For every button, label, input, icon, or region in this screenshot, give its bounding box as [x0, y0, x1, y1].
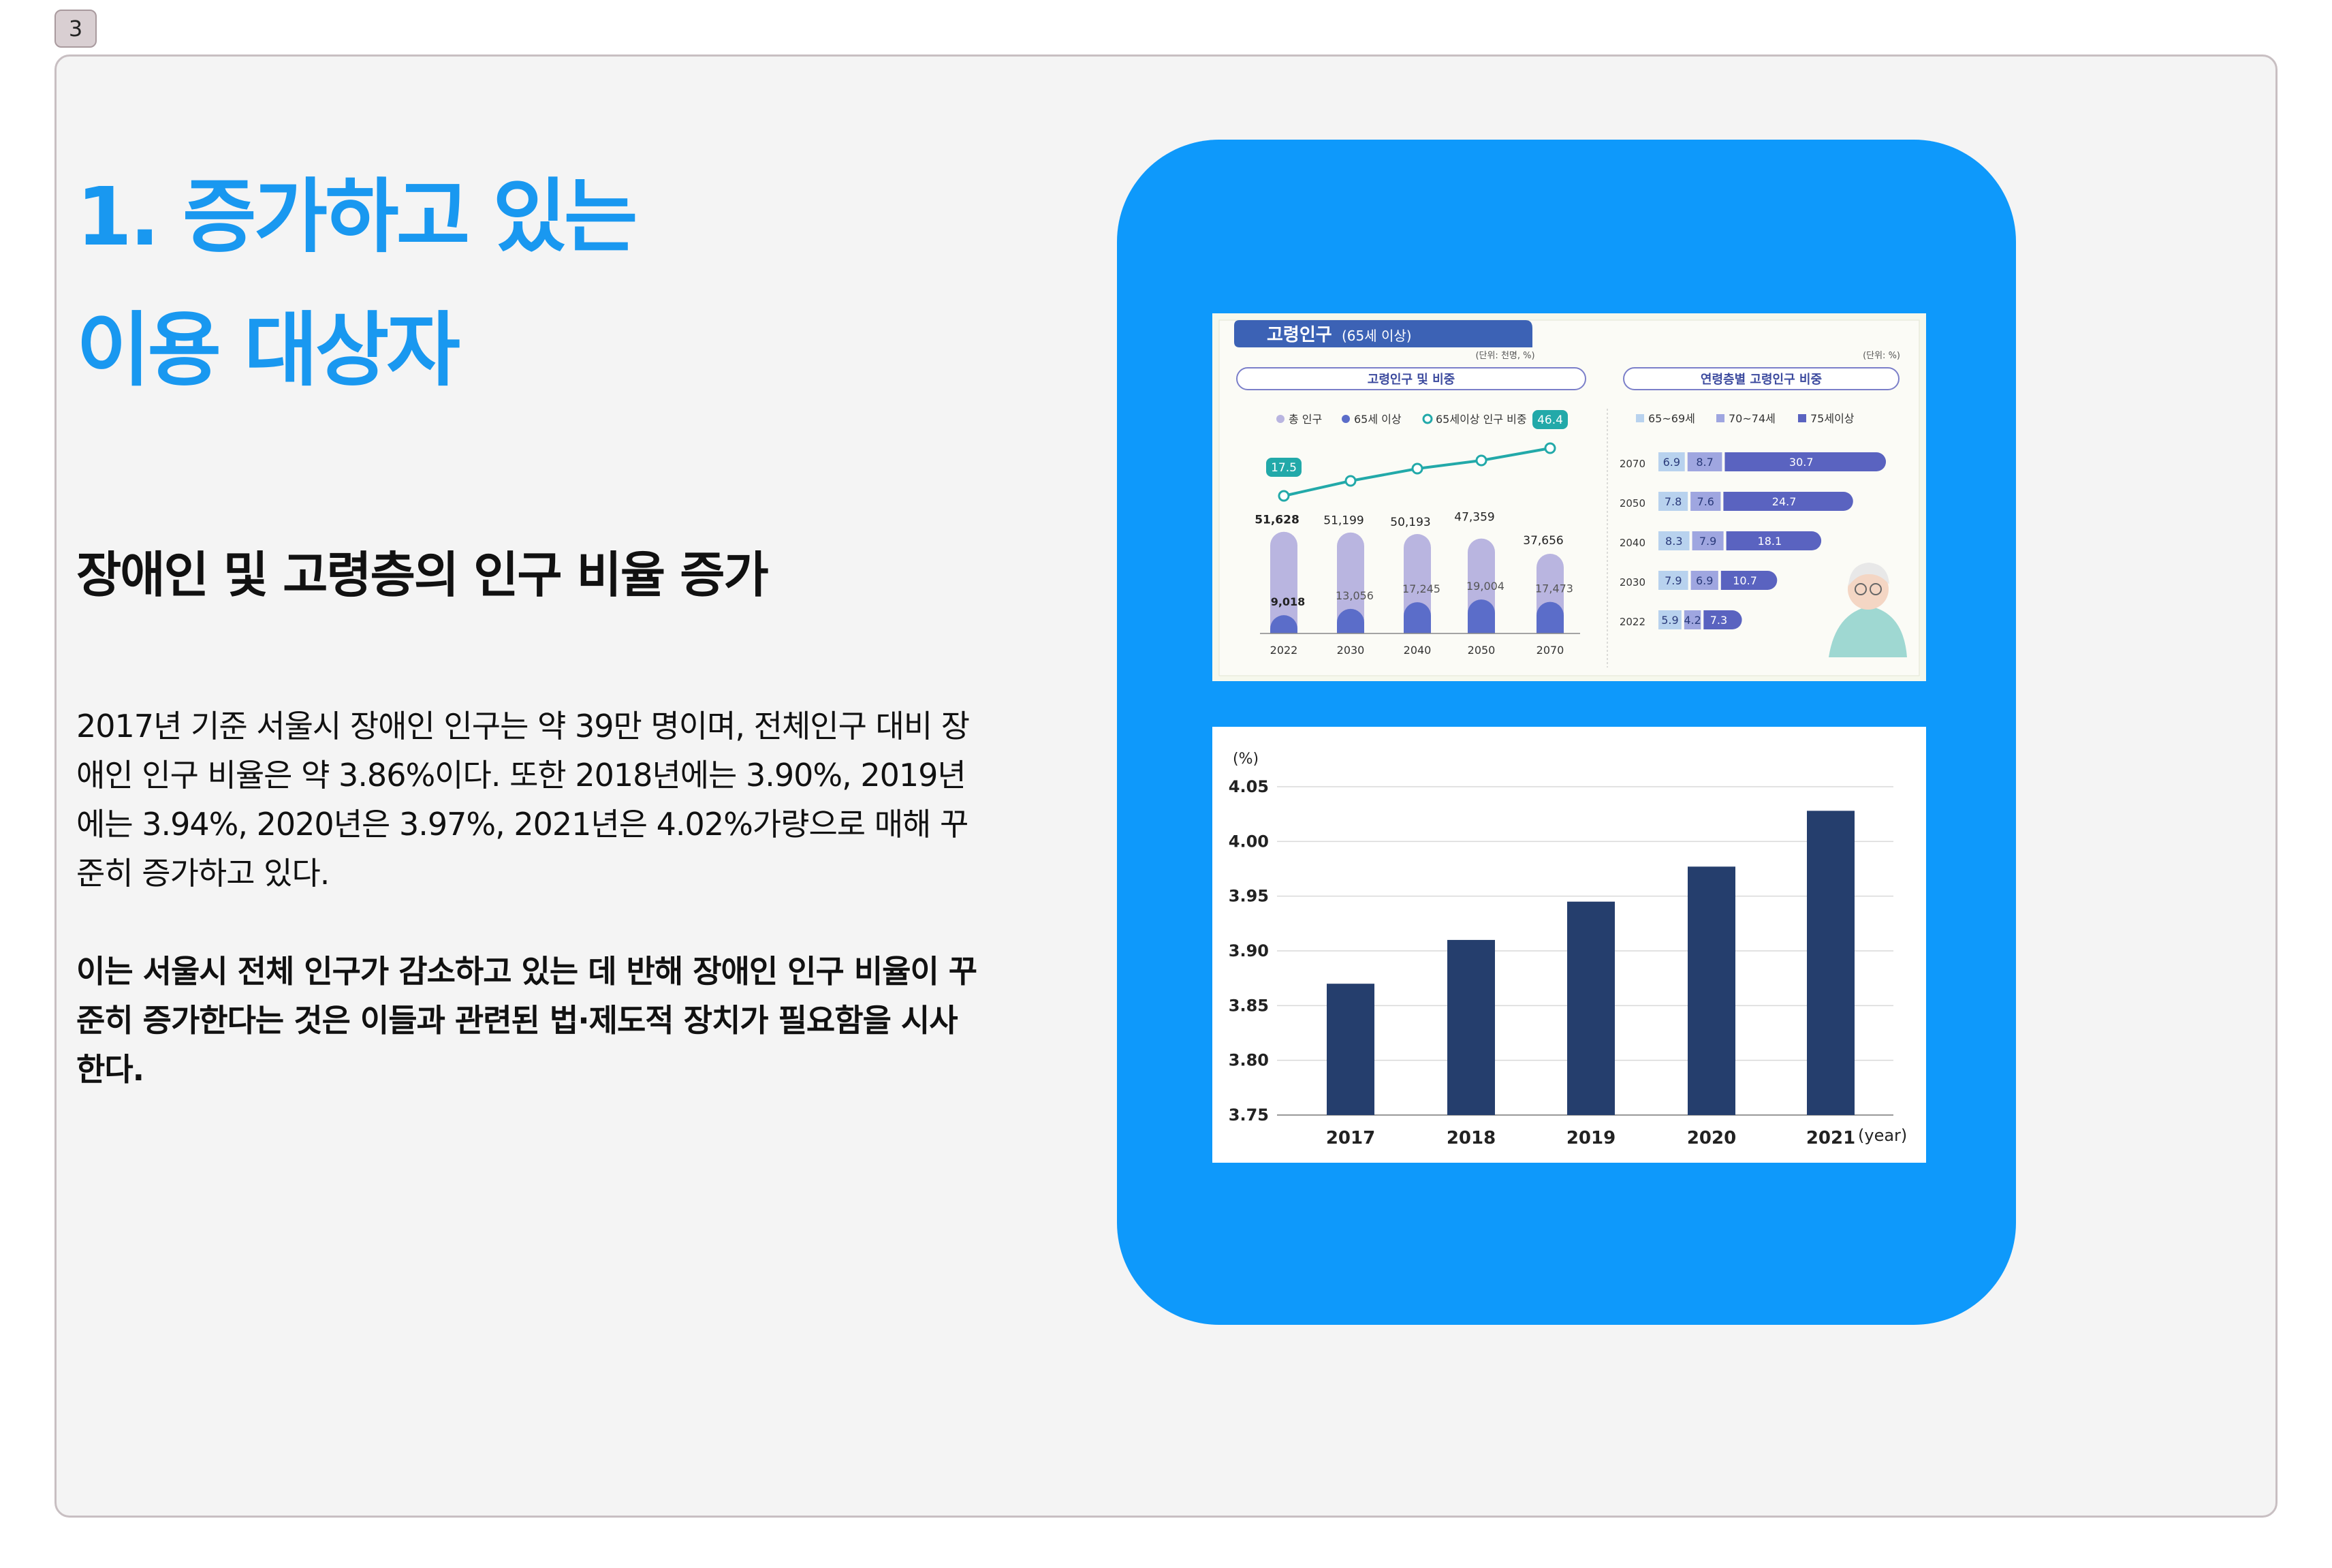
ratio-point: [1544, 442, 1556, 454]
page-number-badge: 3: [54, 10, 97, 48]
elderly-population-label: 17,473: [1535, 582, 1573, 595]
stack-legend-label: 70~74세: [1729, 412, 1776, 425]
stacked-segment-label: 7.9: [1665, 574, 1682, 587]
infographic-title-suffix: (65세 이상): [1342, 328, 1412, 344]
bar-2020: [1688, 866, 1735, 1115]
y-axis-unit: (%): [1233, 751, 1259, 768]
stacked-segment-label: 7.6: [1697, 495, 1714, 508]
stacked-segment-label: 4.2: [1684, 614, 1701, 627]
stacked-segment-label: 6.9: [1696, 574, 1713, 587]
legend-marker-0: [1276, 415, 1285, 423]
y-tick-label: 3.75: [1229, 1106, 1269, 1125]
stacked-segment-label: 24.7: [1772, 495, 1797, 508]
ratio-label: 46.4: [1537, 413, 1563, 427]
x-tick-label: 2050: [1468, 644, 1496, 657]
stack-row-label: 2040: [1620, 537, 1645, 549]
stacked-segment-label: 30.7: [1789, 456, 1814, 469]
ratio-point: [1344, 475, 1357, 487]
stacked-segment-label: 10.7: [1733, 574, 1757, 587]
x-tick-label: 2040: [1404, 644, 1432, 657]
y-tick-label: 3.80: [1229, 1051, 1269, 1070]
elderly-population-bar: [1537, 601, 1564, 633]
page-title: 1. 증가하고 있는 이용 대상자: [76, 150, 637, 417]
x-tick-label: 2070: [1537, 644, 1564, 657]
elderly-chart-svg: 고령인구 (65세 이상) (단위: 천명, %) (단위: %) 고령인구 및…: [1212, 313, 1926, 681]
stack-legend-label: 75세이상: [1810, 412, 1855, 425]
y-tick-label: 4.05: [1229, 777, 1269, 796]
ratio-label: 17.5: [1271, 461, 1297, 475]
legend-label: 총 인구: [1289, 413, 1322, 426]
total-population-label: 51,628: [1255, 514, 1299, 527]
x-tick-label: 2020: [1687, 1128, 1736, 1148]
total-population-label: 37,656: [1523, 534, 1563, 548]
stacked-segment-label: 6.9: [1663, 456, 1680, 469]
elderly-population-label: 9,018: [1271, 595, 1306, 608]
ratio-point: [1278, 490, 1290, 502]
stack-row-label: 2070: [1620, 458, 1645, 470]
elderly-population-label: 19,004: [1466, 580, 1504, 593]
y-tick-label: 3.95: [1229, 887, 1269, 906]
x-tick-label: 2022: [1270, 644, 1298, 657]
title-line-1: 1. 증가하고 있는: [76, 170, 637, 264]
legend-marker-ratio: [1422, 413, 1433, 424]
bar-chart-plot: 3.75 3.80 3.85 3.90 3.95 4.00 4.05 (%) 2017 2018 2…: [1229, 751, 1908, 1148]
elderly-population-label: 17,245: [1402, 582, 1440, 595]
total-population-label: 51,199: [1323, 514, 1364, 528]
legend-label: 65세이상 인구 비중: [1436, 413, 1527, 426]
bar-2019: [1567, 901, 1615, 1115]
stacked-segment-label: 7.3: [1710, 614, 1727, 627]
stacked-segment-label: 7.8: [1665, 495, 1682, 508]
right-unit-label: (단위: %): [1863, 351, 1900, 361]
y-tick-label: 3.85: [1229, 996, 1269, 1015]
body-paragraph-1: 2017년 기준 서울시 장애인 인구는 약 39만 명이며, 전체인구 대비 …: [76, 708, 970, 892]
stack-legend-swatch: [1636, 414, 1644, 422]
y-tick-label: 3.90: [1229, 941, 1269, 960]
x-axis-unit: (year): [1858, 1126, 1907, 1145]
section-subtitle: 장애인 및 고령층의 인구 비율 증가: [76, 546, 769, 603]
stack-row-label: 2030: [1620, 576, 1645, 589]
bar-2017: [1327, 984, 1374, 1115]
elderly-population-bar: [1404, 602, 1431, 633]
elderly-population-bar: [1468, 599, 1495, 633]
stack-legend-label: 65~69세: [1648, 412, 1695, 425]
legend-marker-1: [1342, 415, 1350, 423]
left-unit-label: (단위: 천명, %): [1475, 351, 1534, 361]
stack-legend-swatch: [1798, 414, 1806, 422]
ratio-point: [1411, 462, 1423, 475]
stack-row-label: 2022: [1620, 616, 1645, 628]
infographic-title: 고령인구: [1267, 325, 1332, 345]
stacked-segment-label: 8.3: [1665, 535, 1682, 548]
bar-2018: [1447, 939, 1495, 1115]
stack-row-label: 2050: [1620, 497, 1645, 509]
stacked-segment-label: 8.7: [1696, 456, 1713, 469]
x-tick-label: 2030: [1337, 644, 1365, 657]
right-panel-title: 연령층별 고령인구 비중: [1701, 373, 1822, 387]
total-population-label: 47,359: [1454, 511, 1494, 524]
elderly-population-label: 13,056: [1336, 589, 1374, 602]
stacked-segment-label: 7.9: [1699, 535, 1716, 548]
x-tick-label: 2018: [1447, 1128, 1496, 1148]
stack-legend-swatch: [1716, 414, 1724, 422]
elderly-population-infographic: 고령인구 (65세 이상) (단위: 천명, %) (단위: %) 고령인구 및…: [1212, 313, 1926, 681]
x-tick-label: 2019: [1566, 1128, 1616, 1148]
disability-chart-svg: 3.75 3.80 3.85 3.90 3.95 4.00 4.05 (%) 2017 2018 2…: [1229, 751, 1908, 1148]
total-population-label: 50,193: [1390, 516, 1430, 529]
x-tick-label: 2021: [1806, 1128, 1855, 1148]
ratio-point: [1475, 454, 1487, 467]
stacked-segment-label: 18.1: [1758, 535, 1782, 548]
legend-label: 65세 이상: [1354, 413, 1402, 426]
stacked-segment-label: 5.9: [1661, 614, 1678, 627]
title-line-2: 이용 대상자: [76, 303, 460, 397]
left-panel-title: 고령인구 및 비중: [1368, 373, 1455, 387]
y-tick-label: 4.00: [1229, 832, 1269, 851]
disability-ratio-chart: 3.75 3.80 3.85 3.90 3.95 4.00 4.05 (%) 2017 2018 2…: [1212, 727, 1926, 1163]
body-paragraph-2: 이는 서울시 전체 인구가 감소하고 있는 데 반해 장애인 인구 비율이 꾸준…: [76, 953, 977, 1088]
x-tick-label: 2017: [1326, 1128, 1375, 1148]
bar-2021: [1807, 811, 1855, 1115]
